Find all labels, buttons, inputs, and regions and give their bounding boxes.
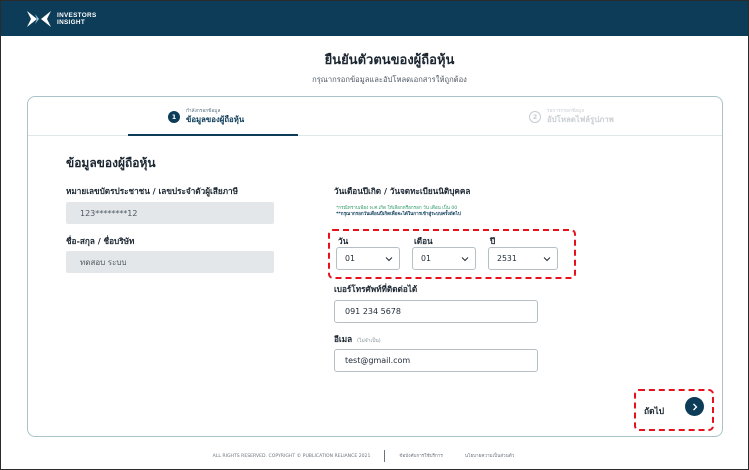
brand-line-2: INSIGHT: [57, 18, 86, 26]
investors-insight-logo-icon: [27, 10, 51, 27]
dob-note: *กรณีทราบเพียง พ.ศ.เกิด ให้เลือกหรือกรอก…: [336, 206, 461, 219]
phone-label: เบอร์โทรศัพท์ที่ติดต่อได้: [334, 284, 418, 294]
name-field: ทดสอบ ระบบ: [66, 251, 274, 273]
step-1-number: 1: [168, 111, 180, 123]
footer-divider: [384, 450, 386, 462]
section-title: ข้อมูลของผู้ถือหุ้น: [66, 156, 156, 170]
form-card: 1 กำลังกรอกข้อมูล ข้อมูลของผู้ถือหุ้น 2 …: [27, 96, 723, 437]
id-number-label: หมายเลขบัตรประชาชน / เลขประจำตัวผู้เสียภ…: [66, 186, 239, 196]
email-optional-text: (ไม่จำเป็น): [357, 338, 381, 344]
email-input[interactable]: test@gmail.com: [334, 349, 538, 372]
name-label: ชื่อ-สกุล / ชื่อบริษัท: [66, 236, 135, 246]
step-1-label: ข้อมูลของผู้ถือหุ้น: [186, 115, 245, 124]
step-2-label: อัปโหลดไฟล์รูปภาพ: [547, 115, 614, 124]
footer: ALL RIGHTS RESERVED. COPYRIGHT © PUBLICA…: [1, 449, 748, 463]
dob-label: วันเดือนปีเกิด / วันจดทะเบียนนิติบุคคล: [334, 186, 471, 196]
email-label-text: อีเมล: [334, 334, 353, 344]
page-header: ยืนยันตัวตนของผู้ถือหุ้น กรุณากรอกข้อมูล…: [1, 49, 748, 86]
footer-copyright: ALL RIGHTS RESERVED. COPYRIGHT © PUBLICA…: [212, 453, 371, 459]
top-navbar: INVESTORS INSIGHT: [1, 1, 748, 36]
step-upload-images[interactable]: 2 รอการกรอกข้อมูล อัปโหลดไฟล์รูปภาพ: [529, 109, 614, 125]
dob-highlight-box: [328, 229, 576, 279]
footer-terms-link[interactable]: ข้อบังคับการใช้บริการ: [399, 453, 442, 460]
stepper: 1 กำลังกรอกข้อมูล ข้อมูลของผู้ถือหุ้น 2 …: [28, 97, 722, 136]
step-2-number: 2: [529, 111, 541, 123]
page-subtitle: กรุณากรอกข้อมูลและอัปโหลดเอกสารให้ถูกต้อ…: [312, 75, 467, 84]
dob-note-line-2: **กรุณากรอกวันเดือนปีเกิดเพื่อจะได้ในการ…: [336, 212, 461, 218]
next-highlight-box: [634, 389, 714, 431]
page-title: ยืนยันตัวตนของผู้ถือหุ้น: [324, 53, 455, 68]
app-window: INVESTORS INSIGHT ยืนยันตัวตนของผู้ถือหุ…: [0, 0, 749, 470]
footer-privacy-link[interactable]: นโยบายความเป็นส่วนตัว: [465, 453, 514, 460]
active-step-indicator: [128, 134, 298, 136]
step-shareholder-info[interactable]: 1 กำลังกรอกข้อมูล ข้อมูลของผู้ถือหุ้น: [168, 109, 244, 125]
id-number-field: 123********12: [66, 202, 274, 224]
brand-logo[interactable]: INVESTORS INSIGHT: [27, 10, 97, 27]
phone-input[interactable]: 091 234 5678: [334, 300, 538, 323]
brand-wordmark: INVESTORS INSIGHT: [57, 12, 97, 26]
email-label: อีเมล (ไม่จำเป็น): [334, 333, 381, 346]
brand-line-1: INVESTORS: [57, 11, 97, 19]
